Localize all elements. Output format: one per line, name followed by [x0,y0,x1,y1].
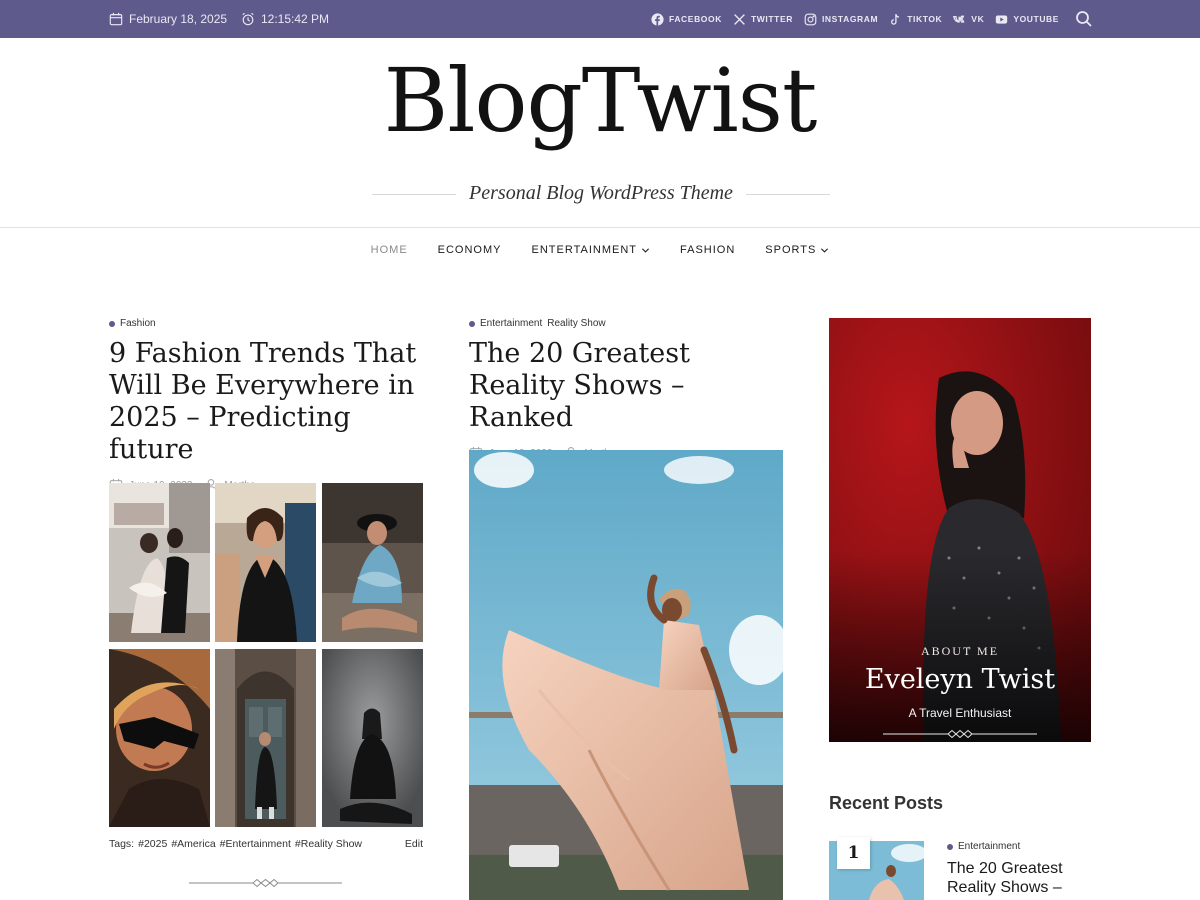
date-text: February 18, 2025 [129,12,228,26]
recent-posts-heading: Recent Posts [829,793,944,813]
post-title[interactable]: The 20 Greatest Reality Shows – Ranked [469,338,789,434]
nav-home[interactable]: HOME [371,244,408,256]
social-links: FACEBOOK TWITTER INSTAGRAM TIKTOK VK YOU… [651,0,1070,38]
tag-link[interactable]: #Entertainment [220,838,291,850]
youtube-icon [996,14,1008,24]
social-facebook[interactable]: FACEBOOK [651,12,722,26]
social-youtube[interactable]: YOUTUBE [995,13,1059,26]
social-instagram[interactable]: INSTAGRAM [804,13,878,26]
nav-fashion[interactable]: FASHION [680,244,735,256]
category-link[interactable]: Reality Show [547,318,605,329]
recent-post-item[interactable]: 1 Entertainment The 20 Greatest Reality … [829,837,1091,900]
gallery-photo-hat-woman[interactable] [322,483,423,642]
x-twitter-icon [734,13,745,25]
facebook-icon [651,12,664,26]
recent-post-title[interactable]: The 20 Greatest Reality Shows – [947,859,1087,897]
category-dot-icon [469,320,475,327]
alarm-clock-icon [242,12,254,26]
gallery-photo-city-girl[interactable] [215,483,316,642]
about-me-name: Eveleyn Twist [864,664,1056,695]
instagram-icon [804,13,817,25]
gallery-photo-street-duo[interactable] [109,483,210,642]
nav-economy[interactable]: ECONOMY [438,244,502,256]
vk-icon [953,15,965,23]
tiktok-icon [891,13,900,25]
social-vk[interactable]: VK [953,13,984,26]
social-label: VK [971,14,985,24]
category-link[interactable]: Entertainment [958,841,1020,852]
diamond-divider-icon [883,729,1037,739]
tag-link[interactable]: #Reality Show [295,838,362,850]
social-twitter[interactable]: TWITTER [733,13,793,26]
category-link[interactable]: Fashion [120,318,156,329]
social-label: TIKTOK [907,14,943,24]
category-dot-icon [109,320,115,327]
post-tags: Tags: #2025 #America #Entertainment #Rea… [109,838,423,850]
tags-label: Tags: [109,838,135,850]
site-logo[interactable]: BlogTwist [0,48,1200,154]
tag-link[interactable]: #2025 [138,838,167,850]
post-title[interactable]: 9 Fashion Trends That Will Be Everywhere… [109,338,429,466]
tagline-rule-right [746,194,830,195]
nav-entertainment[interactable]: ENTERTAINMENT [532,244,651,256]
recent-post-rank: 1 [837,837,870,869]
chevron-down-icon [641,247,650,253]
main-navigation: HOME ECONOMY ENTERTAINMENT FASHION SPORT… [0,240,1200,260]
social-label: FACEBOOK [669,14,722,24]
time-display: 12:15:42 PM [241,0,329,38]
nav-sports[interactable]: SPORTS [765,244,829,256]
post-categories: Fashion [109,318,429,329]
tagline-block: Personal Blog WordPress Theme [372,180,830,210]
header-divider [0,227,1200,228]
nav-label: SPORTS [765,244,817,256]
search-icon[interactable] [1075,10,1093,28]
post-categories: Entertainment Reality Show [469,318,789,329]
post-featured-image[interactable] [469,450,783,900]
category-link[interactable]: Entertainment [480,318,542,329]
gallery-photo-sunglasses[interactable] [109,649,210,827]
chevron-down-icon [821,247,829,253]
nav-label: FASHION [680,244,736,256]
calendar-icon [109,12,123,26]
gallery-photo-studio-seated[interactable] [322,649,423,827]
category-dot-icon [947,843,953,850]
about-me-widget[interactable]: ABOUT ME Eveleyn Twist A Travel Enthusia… [829,318,1091,742]
date-display: February 18, 2025 [109,0,227,38]
nav-label: ECONOMY [437,244,502,256]
about-me-label: ABOUT ME [920,644,1000,658]
social-tiktok[interactable]: TIKTOK [889,13,942,26]
time-text: 12:15:42 PM [261,12,330,26]
about-me-role: A Travel Enthusiast [908,706,1012,720]
post-image-gallery[interactable] [109,483,423,827]
diamond-divider-icon [189,878,342,888]
nav-label: ENTERTAINMENT [531,244,637,256]
social-label: INSTAGRAM [821,14,879,24]
tag-link[interactable]: #America [171,838,215,850]
post-card: Entertainment Reality Show The 20 Greate… [469,318,789,460]
social-label: YOUTUBE [1013,14,1060,24]
edit-link[interactable]: Edit [405,838,423,850]
nav-label: HOME [370,244,408,256]
top-bar: February 18, 2025 12:15:42 PM FACEBOOK T… [0,0,1200,38]
post-card: Fashion 9 Fashion Trends That Will Be Ev… [109,318,429,492]
post-categories: Entertainment [947,841,1020,852]
social-label: TWITTER [750,14,793,24]
gallery-photo-doorway[interactable] [215,649,316,827]
